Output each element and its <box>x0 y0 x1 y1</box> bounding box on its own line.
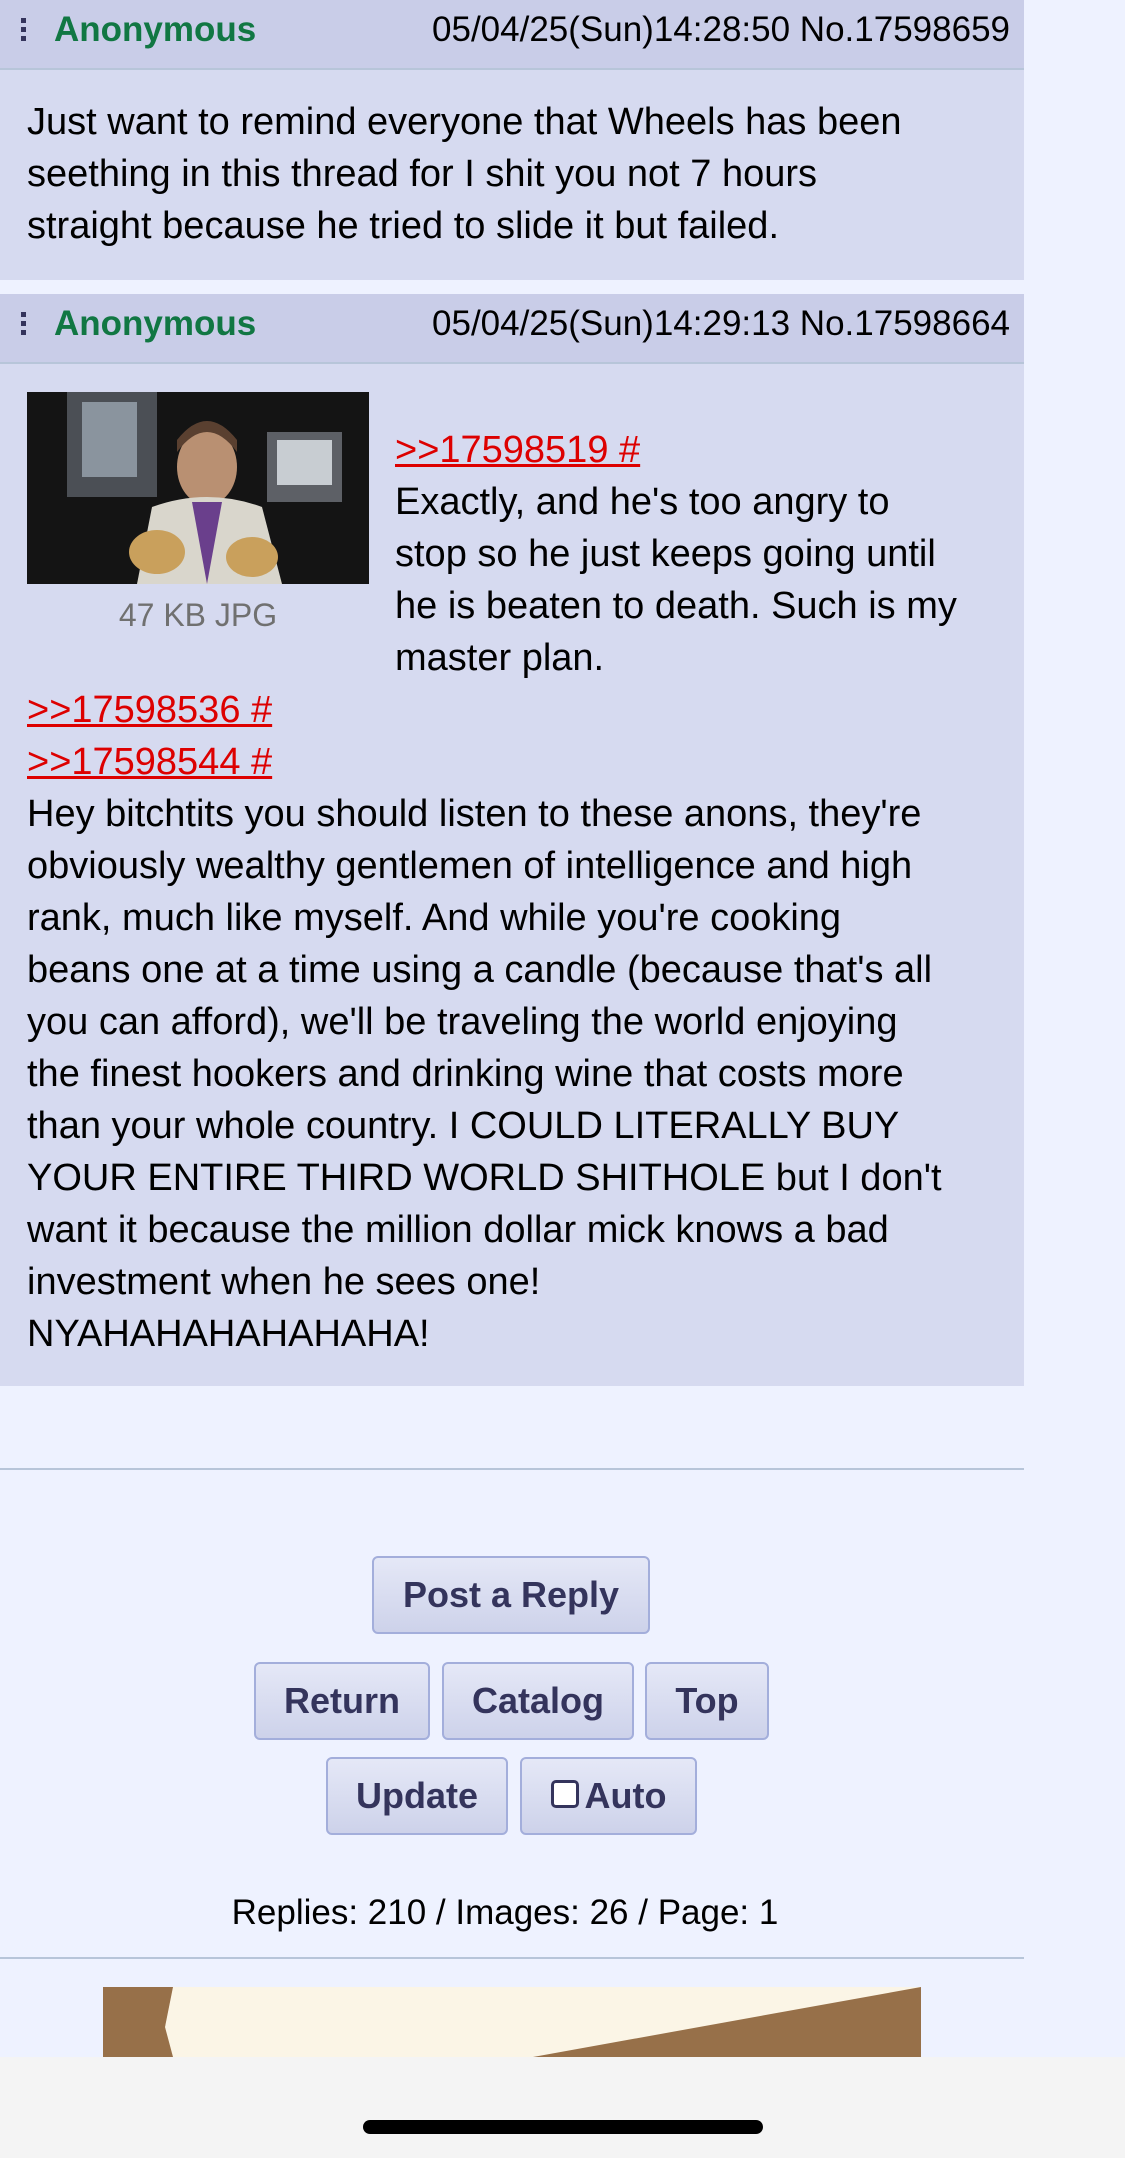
comment-line: obviously wealthy gentlemen of intellige… <box>27 845 913 887</box>
comment-line: the finest hookers and drinking wine tha… <box>27 1053 904 1095</box>
page-margin <box>1024 0 1125 2158</box>
thread-page: Anonymous 05/04/25(Sun)14:28:50 No.17598… <box>0 0 1024 2158</box>
update-button[interactable]: Update <box>326 1757 508 1835</box>
catalog-button[interactable]: Catalog <box>442 1662 634 1740</box>
post-reply-button[interactable]: Post a Reply <box>372 1556 650 1634</box>
comment-line: Exactly, and he's too angry to <box>395 481 890 523</box>
comment-line: Hey bitchtits you should listen to these… <box>27 793 922 835</box>
poster-name: Anonymous <box>54 304 257 343</box>
comment-line: Just want to remind everyone that Wheels… <box>27 101 902 143</box>
post-header: Anonymous 05/04/25(Sun)14:29:13 No.17598… <box>0 294 1024 364</box>
post-datetime-number[interactable]: 05/04/25(Sun)14:29:13 No.17598664 <box>432 304 1010 344</box>
post-datetime-number[interactable]: 05/04/25(Sun)14:28:50 No.17598659 <box>432 10 1010 50</box>
return-button[interactable]: Return <box>254 1662 430 1740</box>
home-indicator[interactable] <box>363 2120 763 2134</box>
comment-line: you can afford), we'll be traveling the … <box>27 1001 898 1043</box>
poster-name: Anonymous <box>54 10 257 49</box>
post-comment-body: >>17598536 # >>17598544 # Hey bitchtits … <box>27 684 1022 1360</box>
thread-stats: Replies: 210 / Images: 26 / Page: 1 <box>231 1893 779 1932</box>
reply-post: Anonymous 05/04/25(Sun)14:28:50 No.17598… <box>0 0 1024 280</box>
post-comment-side: >>17598519 # Exactly, and he's too angry… <box>395 424 1020 684</box>
quote-link[interactable]: >>17598536 # <box>27 684 1022 736</box>
comment-line: NYAHAHAHAHAHAHA! <box>27 1313 430 1355</box>
comment-line: than your whole country. I COULD LITERAL… <box>27 1105 900 1147</box>
post-thumbnail-image[interactable] <box>27 392 369 584</box>
browser-bottom-bar <box>0 2057 1125 2158</box>
comment-line: seething in this thread for I shit you n… <box>27 153 818 195</box>
checkbox-icon[interactable] <box>550 1780 579 1809</box>
comment-line: rank, much like myself. And while you're… <box>27 897 842 939</box>
comment-line: YOUR ENTIRE THIRD WORLD SHITHOLE but I d… <box>27 1157 942 1199</box>
kebab-menu-icon[interactable] <box>18 308 28 348</box>
quote-link[interactable]: >>17598544 # <box>27 736 1022 788</box>
top-button[interactable]: Top <box>645 1662 769 1740</box>
quote-link[interactable]: >>17598519 # <box>395 424 1020 476</box>
auto-label: Auto <box>584 1775 667 1816</box>
comment-line: investment when he sees one! <box>27 1261 541 1303</box>
comment-line: master plan. <box>395 637 605 679</box>
comment-line: straight because he tried to slide it bu… <box>27 205 780 247</box>
thread-divider <box>0 1468 1024 1470</box>
comment-line: beans one at a time using a candle (beca… <box>27 949 933 991</box>
post-comment: Just want to remind everyone that Wheels… <box>27 96 1017 252</box>
comment-line: stop so he just keeps going until <box>395 533 936 575</box>
kebab-menu-icon[interactable] <box>18 14 28 54</box>
auto-update-toggle[interactable]: Auto <box>520 1757 697 1835</box>
file-info: 47 KB JPG <box>118 597 278 633</box>
comment-line: he is beaten to death. Such is my <box>395 585 957 627</box>
banner-image <box>103 1987 921 2057</box>
post-header: Anonymous 05/04/25(Sun)14:28:50 No.17598… <box>0 0 1024 70</box>
comment-line: want it because the million dollar mick … <box>27 1209 889 1251</box>
thread-divider <box>0 1957 1024 1959</box>
